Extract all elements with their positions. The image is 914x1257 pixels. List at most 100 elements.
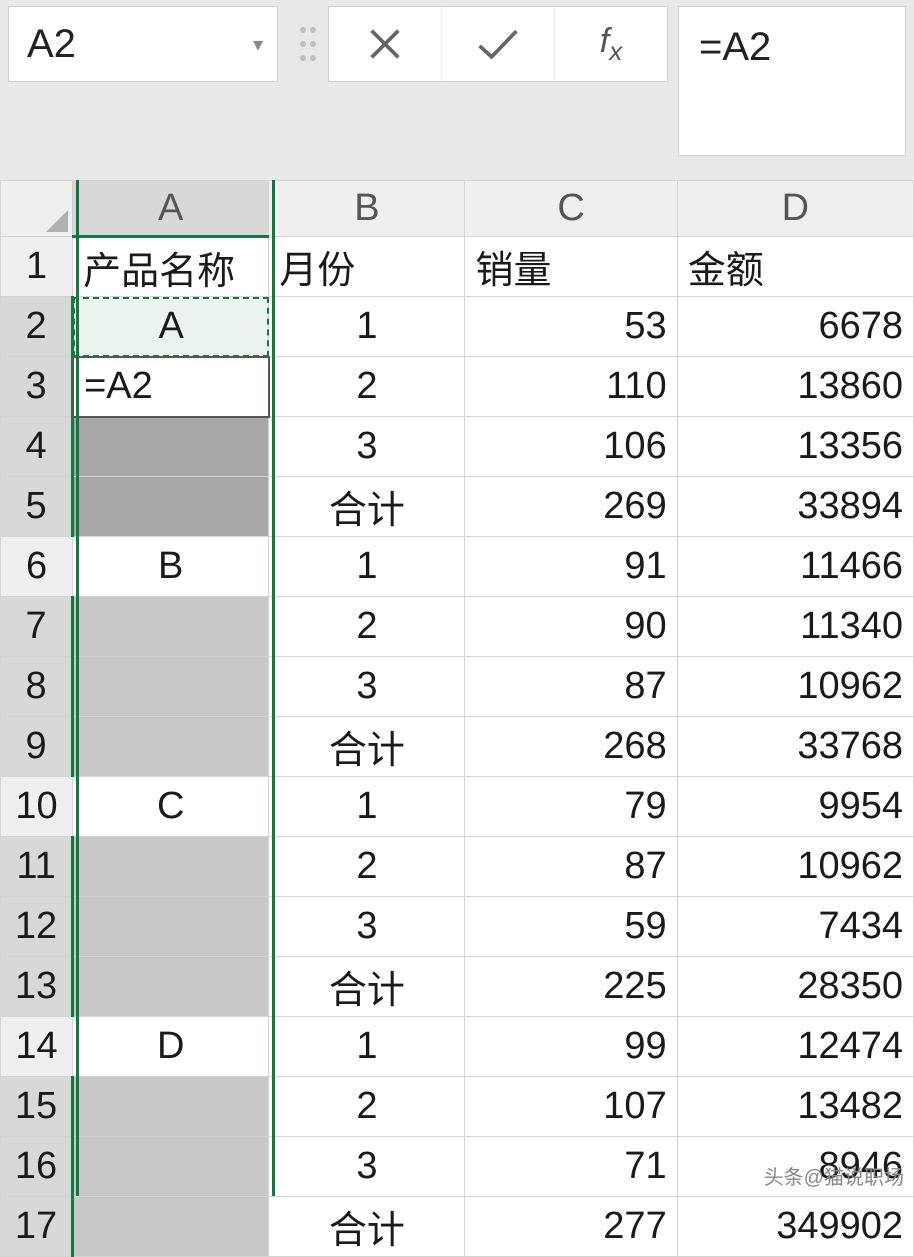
cell[interactable]: 6678 <box>677 297 913 357</box>
cell[interactable]: 合计 <box>269 957 465 1017</box>
cell[interactable]: 1 <box>269 1017 465 1077</box>
resize-handle-icon[interactable] <box>288 6 318 82</box>
cell[interactable]: 11340 <box>677 597 913 657</box>
cell[interactable]: 11466 <box>677 537 913 597</box>
cell[interactable]: 87 <box>465 837 677 897</box>
cell[interactable]: 28350 <box>677 957 913 1017</box>
cell[interactable]: 71 <box>465 1137 677 1197</box>
cell[interactable]: 110 <box>465 357 677 417</box>
cell[interactable]: 销量 <box>465 237 677 297</box>
cell[interactable]: =A2 <box>73 357 269 417</box>
row-header[interactable]: 2 <box>1 297 73 357</box>
cell[interactable]: 277 <box>465 1197 677 1257</box>
row-header[interactable]: 13 <box>1 957 73 1017</box>
name-box-value: A2 <box>27 22 76 67</box>
cell[interactable]: 13356 <box>677 417 913 477</box>
row-header[interactable]: 5 <box>1 477 73 537</box>
cell[interactable]: 9954 <box>677 777 913 837</box>
name-box[interactable]: A2 ▾ <box>8 6 278 82</box>
cell[interactable]: 3 <box>269 657 465 717</box>
cell[interactable] <box>73 1197 269 1257</box>
table-row: 15 210713482 <box>1 1077 914 1137</box>
row-header[interactable]: 15 <box>1 1077 73 1137</box>
cell[interactable]: 7434 <box>677 897 913 957</box>
row-header[interactable]: 16 <box>1 1137 73 1197</box>
cell[interactable]: 合计 <box>269 1197 465 1257</box>
row-header[interactable]: 9 <box>1 717 73 777</box>
row-header[interactable]: 3 <box>1 357 73 417</box>
cell[interactable] <box>73 1137 269 1197</box>
watermark: 头条@猫说职场 <box>764 1161 904 1190</box>
row-header[interactable]: 14 <box>1 1017 73 1077</box>
row-header[interactable]: 12 <box>1 897 73 957</box>
row-header[interactable]: 6 <box>1 537 73 597</box>
fx-button[interactable]: fx <box>555 7 667 81</box>
cell[interactable]: 269 <box>465 477 677 537</box>
cell[interactable]: 合计 <box>269 717 465 777</box>
row-header[interactable]: 4 <box>1 417 73 477</box>
formula-input[interactable]: =A2 <box>678 6 906 156</box>
cell[interactable]: 79 <box>465 777 677 837</box>
row-header[interactable]: 10 <box>1 777 73 837</box>
cell[interactable]: 1 <box>269 777 465 837</box>
cell[interactable]: 13482 <box>677 1077 913 1137</box>
cell[interactable]: 合计 <box>269 477 465 537</box>
row-header[interactable]: 1 <box>1 237 73 297</box>
cell[interactable] <box>73 717 269 777</box>
cell[interactable]: 59 <box>465 897 677 957</box>
cell[interactable]: D <box>73 1017 269 1077</box>
cell[interactable] <box>73 957 269 1017</box>
cell[interactable]: 3 <box>269 1137 465 1197</box>
cell[interactable]: 33894 <box>677 477 913 537</box>
cell[interactable]: 10962 <box>677 657 913 717</box>
cell[interactable] <box>73 477 269 537</box>
cell[interactable]: 87 <box>465 657 677 717</box>
cell[interactable]: 月份 <box>269 237 465 297</box>
cell[interactable]: 268 <box>465 717 677 777</box>
enter-button[interactable] <box>442 7 555 81</box>
cell[interactable]: 1 <box>269 537 465 597</box>
cell[interactable]: C <box>73 777 269 837</box>
cell[interactable]: 12474 <box>677 1017 913 1077</box>
cell[interactable]: 2 <box>269 1077 465 1137</box>
col-header-C[interactable]: C <box>465 181 677 237</box>
cell[interactable]: 106 <box>465 417 677 477</box>
row-header[interactable]: 17 <box>1 1197 73 1257</box>
cell[interactable]: 99 <box>465 1017 677 1077</box>
cell[interactable]: A <box>73 297 269 357</box>
col-header-D[interactable]: D <box>677 181 913 237</box>
cell[interactable]: 91 <box>465 537 677 597</box>
cell[interactable]: 1 <box>269 297 465 357</box>
cell[interactable]: 2 <box>269 837 465 897</box>
cell[interactable]: 107 <box>465 1077 677 1137</box>
cell[interactable]: 金额 <box>677 237 913 297</box>
cell[interactable]: 产品名称 <box>73 237 269 297</box>
cell[interactable] <box>73 597 269 657</box>
row-header[interactable]: 8 <box>1 657 73 717</box>
cell[interactable] <box>73 837 269 897</box>
cell[interactable]: 90 <box>465 597 677 657</box>
cell[interactable] <box>73 417 269 477</box>
cell[interactable]: 53 <box>465 297 677 357</box>
row-header[interactable]: 11 <box>1 837 73 897</box>
col-header-A[interactable]: A <box>73 181 269 237</box>
row-header[interactable]: 7 <box>1 597 73 657</box>
name-box-dropdown-icon[interactable]: ▾ <box>253 32 263 57</box>
cell[interactable]: 349902 <box>677 1197 913 1257</box>
cell[interactable]: 33768 <box>677 717 913 777</box>
select-all-corner[interactable] <box>1 181 73 237</box>
cell[interactable]: 3 <box>269 897 465 957</box>
cell[interactable]: 225 <box>465 957 677 1017</box>
cell[interactable]: B <box>73 537 269 597</box>
cancel-button[interactable] <box>329 7 442 81</box>
cell[interactable]: 3 <box>269 417 465 477</box>
grid[interactable]: A B C D 1产品名称月份销量金额2A15366783=A221101386… <box>0 180 914 1257</box>
cell[interactable] <box>73 1077 269 1137</box>
cell[interactable]: 10962 <box>677 837 913 897</box>
cell[interactable] <box>73 897 269 957</box>
cell[interactable]: 2 <box>269 597 465 657</box>
cell[interactable]: 2 <box>269 357 465 417</box>
cell[interactable] <box>73 657 269 717</box>
col-header-B[interactable]: B <box>269 181 465 237</box>
cell[interactable]: 13860 <box>677 357 913 417</box>
